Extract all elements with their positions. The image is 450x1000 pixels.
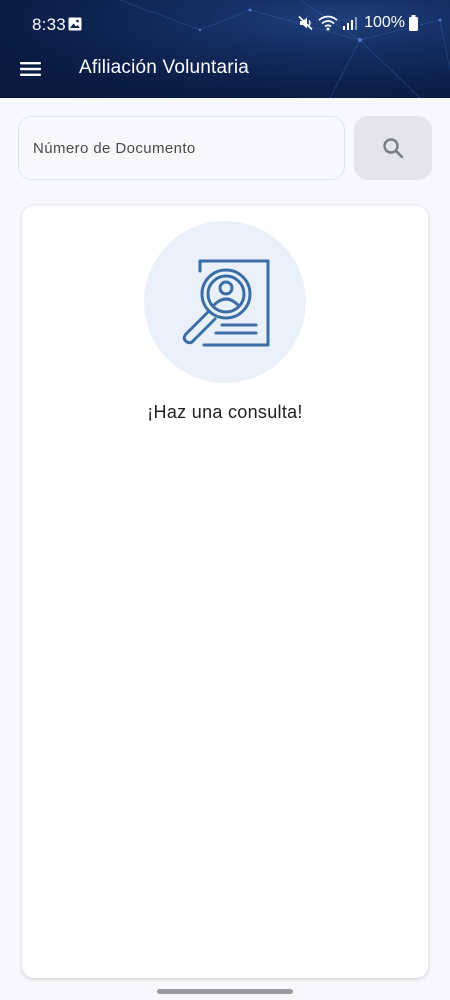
document-number-input[interactable] bbox=[18, 116, 345, 180]
battery-percentage: 100% bbox=[364, 14, 405, 31]
status-time: 8:33 bbox=[32, 15, 66, 34]
gesture-navigation-handle[interactable] bbox=[157, 989, 293, 994]
mute-icon bbox=[298, 15, 313, 31]
app-bar: Afiliación Voluntaria bbox=[0, 50, 450, 98]
results-card: ¡Haz una consulta! bbox=[22, 206, 428, 978]
page-title: Afiliación Voluntaria bbox=[79, 57, 250, 78]
menu-icon[interactable] bbox=[18, 56, 44, 82]
document-search-icon bbox=[182, 259, 270, 347]
status-icons: 100% bbox=[298, 14, 418, 32]
image-icon bbox=[68, 17, 82, 31]
search-button[interactable] bbox=[354, 116, 432, 180]
signal-icon bbox=[343, 17, 358, 30]
status-bar: 8:33 100% bbox=[0, 0, 450, 50]
empty-state-illustration bbox=[144, 221, 306, 383]
search-row bbox=[18, 116, 432, 180]
empty-state-message: ¡Haz una consulta! bbox=[147, 402, 303, 422]
app-header: 8:33 100% Afiliación Voluntaria bbox=[0, 0, 450, 98]
wifi-icon bbox=[318, 15, 338, 31]
search-icon bbox=[383, 138, 404, 159]
battery-icon bbox=[409, 15, 418, 31]
